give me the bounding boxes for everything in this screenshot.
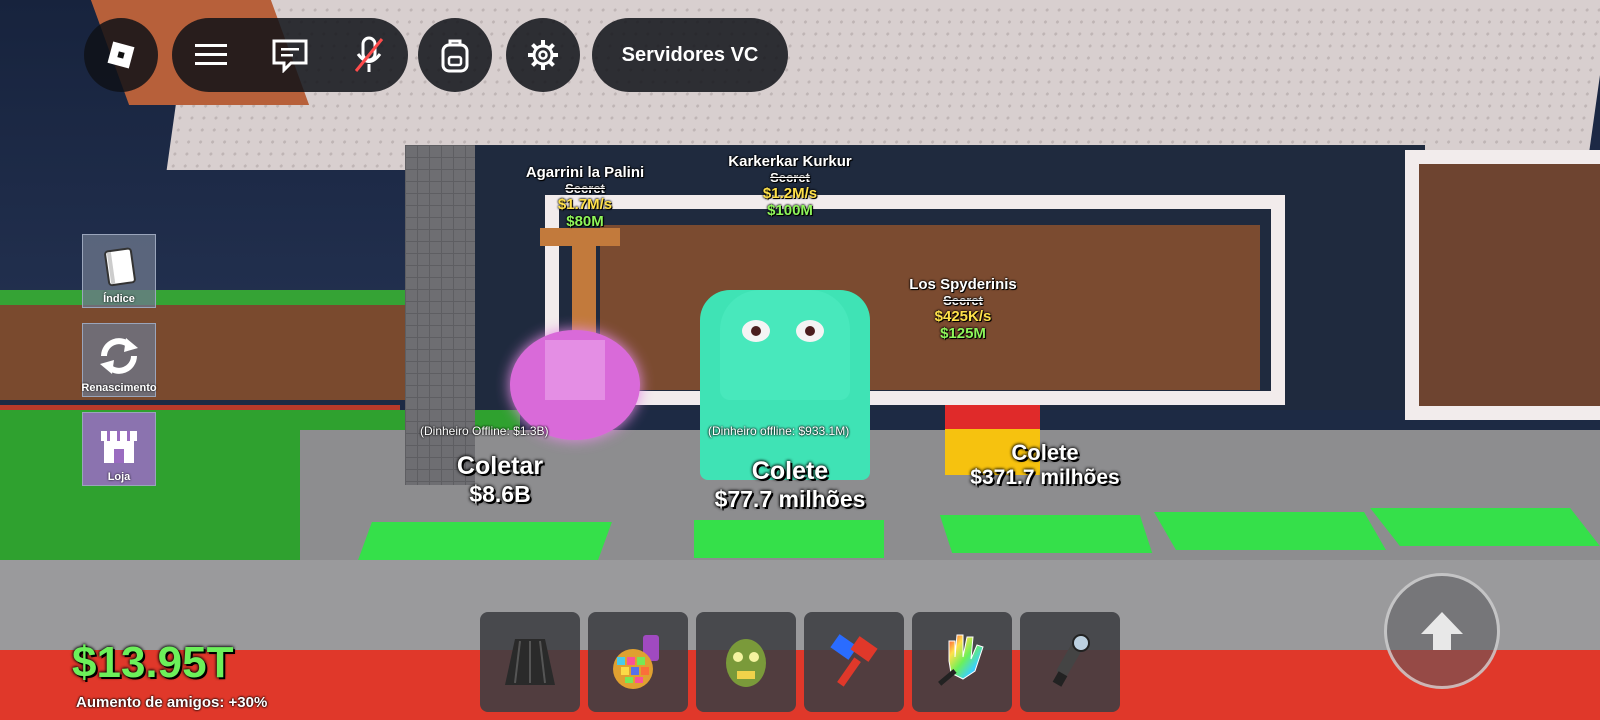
collect-label: Colete [751, 457, 829, 485]
friend-boost-label: Aumento de amigos: +30% [76, 694, 268, 711]
hotbar-slot-4[interactable] [804, 612, 904, 712]
collect-pad[interactable] [939, 515, 1153, 553]
pet-name: Los Spyderinis [909, 276, 1017, 293]
store-button[interactable]: Loja [82, 412, 156, 486]
rebirth-label: Renascimento [81, 382, 157, 394]
voice-servers-button[interactable]: Servidores VC [592, 18, 788, 92]
roblox-logo-icon [101, 35, 141, 75]
pet-name: Agarrini la Palini [525, 164, 645, 181]
side-window-frame [1405, 150, 1600, 420]
backpack-icon [435, 35, 475, 75]
hotbar-slot-2[interactable] [588, 612, 688, 712]
pet-rarity: Secret [770, 170, 810, 185]
collect-amount: $8.6B [469, 481, 531, 507]
black-cape-icon [505, 639, 555, 685]
collect-amount: $371.7 milhões [970, 466, 1120, 489]
collect-label: Coletar [456, 452, 544, 480]
pet-price: $100M [767, 202, 813, 219]
hotbar [480, 612, 1120, 712]
collect-sign[interactable]: Colete $77.7 milhões [695, 457, 885, 513]
collect-sign[interactable]: Coletar $8.6B [420, 452, 580, 508]
pet-rarity: Secret [565, 181, 605, 196]
book-icon [104, 247, 136, 287]
collect-pad[interactable] [358, 522, 612, 560]
collect-pad[interactable] [694, 520, 884, 558]
pet-rarity: Secret [943, 293, 983, 308]
collect-label: Colete [1011, 440, 1079, 465]
collect-sign[interactable]: Colete $371.7 milhões [955, 440, 1135, 490]
hotbar-slot-1[interactable] [480, 612, 580, 712]
store-icon [101, 431, 137, 463]
pet-price: $80M [566, 213, 604, 230]
index-label: Índice [103, 293, 135, 305]
money-counter: $13.95T [72, 638, 234, 687]
zombie-head-icon [726, 639, 766, 687]
collect-amount: $77.7 milhões [714, 486, 866, 512]
roblox-menu-button[interactable] [84, 18, 158, 92]
pet-agarrini-face [545, 340, 605, 400]
pet-spyderinis-hat [945, 405, 1040, 429]
grass-strip [0, 290, 420, 306]
refresh-icon [100, 338, 138, 374]
hamburger-menu-icon[interactable] [191, 35, 231, 75]
pet-agarrini-stick [572, 240, 596, 340]
offline-money-label: (Dinheiro offline: $933.1M) [708, 424, 850, 438]
pet-price: $125M [940, 325, 986, 342]
rainbow-glove-icon [938, 634, 984, 686]
pet-name: Karkerkar Kurkur [728, 153, 852, 170]
chat-icon[interactable] [270, 35, 310, 75]
collect-pad[interactable] [1154, 512, 1386, 550]
pet-rate: $425K/s [934, 308, 992, 325]
disco-ball-icon [613, 635, 659, 689]
pet-karkerkar-eye [796, 320, 824, 342]
pet-nameplate: Agarrini la Palini Secret $1.7M/s $80M [500, 164, 670, 230]
microphone-muted-icon[interactable] [349, 35, 389, 75]
pet-nameplate: Karkerkar Kurkur Secret $1.2M/s $100M [700, 153, 880, 219]
hotbar-slot-3[interactable] [696, 612, 796, 712]
jump-button[interactable] [1384, 573, 1500, 689]
jump-arrow-icon [1421, 612, 1463, 650]
pet-rate: $1.7M/s [557, 196, 613, 213]
pet-rate: $1.2M/s [762, 185, 818, 202]
top-menu-group [172, 18, 408, 92]
backpack-button[interactable] [418, 18, 492, 92]
blue-red-hammer-icon [830, 634, 878, 687]
pet-karkerkar-eye [742, 320, 770, 342]
hotbar-slot-5[interactable] [912, 612, 1012, 712]
neighbor-base-wall [0, 305, 410, 400]
store-label: Loja [107, 471, 131, 483]
hotbar-slot-6[interactable] [1020, 612, 1120, 712]
gear-icon [523, 35, 563, 75]
offline-money-label: (Dinheiro Offline: $1.3B) [420, 424, 549, 438]
pet-nameplate: Los Spyderinis Secret $425K/s $125M [888, 276, 1038, 342]
collect-pad[interactable] [1370, 508, 1600, 546]
rebirth-button[interactable]: Renascimento [81, 323, 157, 397]
settings-button[interactable] [506, 18, 580, 92]
flashlight-icon [1052, 634, 1090, 687]
pet-karkerkar-head [720, 290, 850, 400]
index-button[interactable]: Índice [82, 234, 156, 308]
